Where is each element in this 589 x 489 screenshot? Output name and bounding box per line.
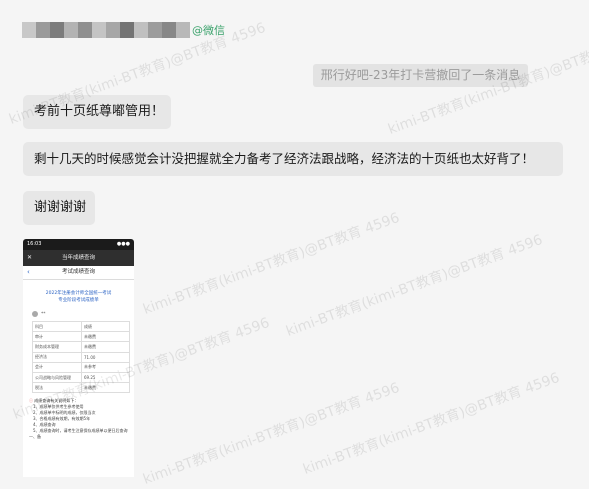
result-cell: 69.25 bbox=[81, 371, 130, 384]
blur-block bbox=[64, 22, 78, 38]
blur-block bbox=[106, 22, 120, 38]
score-sheet-heading-line2: 专业阶段考试成绩单 bbox=[58, 298, 99, 303]
blurred-contact-name bbox=[22, 22, 190, 38]
table-row: 公司战略与风险管理 69.25 bbox=[32, 371, 130, 384]
subject-cell: 财务成本管理 bbox=[32, 341, 82, 353]
score-notes: ⓘ 成绩查询有关说明如下： 1、成绩单仅供考生参考使用 2、成绩单中标明的成绩，仅… bbox=[29, 398, 129, 440]
table-row: 会计 未参考 bbox=[32, 361, 130, 373]
phone-nav-bar: ‹ 考试成绩查询 bbox=[23, 266, 134, 280]
watermark: kimi-BT教育(kimi-BT教育)@BT教育 4596 bbox=[141, 379, 402, 488]
blur-block bbox=[162, 22, 176, 38]
message-bubble[interactable]: 谢谢谢谢 bbox=[23, 191, 95, 225]
chat-header: @微信 bbox=[22, 20, 225, 40]
watermark: kimi-BT教育(kimi-BT教育)@BT教育 4596 bbox=[301, 369, 562, 478]
result-cell: 未缴费 bbox=[81, 341, 130, 353]
info-icon: ⓘ bbox=[29, 398, 33, 404]
table-row: 税法 未缴费 bbox=[32, 382, 130, 394]
phone-status-icons: ●●● bbox=[116, 241, 130, 247]
message-bubble[interactable]: 剩十几天的时候感觉会计没把握就全力备考了经济法跟战略，经济法的十页纸也太好背了！ bbox=[23, 142, 563, 176]
blur-block bbox=[50, 22, 64, 38]
recall-notice: 邢行好吧-23年打卡营撤回了一条消息 bbox=[313, 64, 528, 87]
result-cell: 未缴费 bbox=[81, 331, 130, 343]
blur-block bbox=[176, 22, 190, 38]
candidate-row: ** bbox=[32, 310, 134, 318]
phone-title-bar: ✕ 当年成绩查询 bbox=[23, 250, 134, 266]
blur-block bbox=[148, 22, 162, 38]
result-cell: 未缴费 bbox=[81, 382, 130, 394]
subject-cell: 经济法 bbox=[32, 351, 82, 363]
blur-block bbox=[92, 22, 106, 38]
subject-cell: 会计 bbox=[32, 361, 82, 373]
score-table: 科目 成绩 审计 未缴费 财务成本管理 未缴费 经济法 71.00 会计 未参考 公司战略与风险管理… bbox=[32, 320, 130, 394]
message-bubble[interactable]: 考前十页纸尊嘟管用！ bbox=[23, 95, 171, 129]
table-row: 审计 未缴费 bbox=[32, 331, 130, 343]
close-icon: ✕ bbox=[27, 254, 33, 261]
watermark: kimi-BT教育(kimi-BT教育)@BT教育 4596 bbox=[141, 209, 402, 318]
subject-cell: 税法 bbox=[32, 382, 82, 394]
table-row: 科目 成绩 bbox=[32, 320, 130, 333]
blur-block bbox=[22, 22, 36, 38]
score-sheet-heading-line1: 2022年注册会计师全国统一考试 bbox=[45, 291, 112, 296]
result-cell: 未参考 bbox=[81, 361, 130, 373]
note-item: 5、成绩查询时，请考生注意保存成绩单以便日后查询 bbox=[33, 428, 128, 434]
phone-status-bar: 16:03 ●●● bbox=[23, 239, 134, 250]
phone-nav-title: 考试成绩查询 bbox=[61, 269, 95, 275]
image-message-score-screenshot[interactable]: 16:03 ●●● ✕ 当年成绩查询 ‹ 考试成绩查询 2022年注册会计师全国… bbox=[23, 239, 134, 477]
blur-block bbox=[78, 22, 92, 38]
back-arrow-icon: ‹ bbox=[27, 268, 30, 276]
table-row: 财务成本管理 未缴费 bbox=[32, 341, 130, 353]
subject-cell: 科目 bbox=[32, 320, 82, 333]
result-cell: 成绩 bbox=[81, 320, 130, 333]
result-cell: 71.00 bbox=[81, 351, 130, 363]
candidate-name: ** bbox=[41, 311, 46, 317]
phone-status-time: 16:03 bbox=[27, 241, 42, 247]
blur-block bbox=[36, 22, 50, 38]
score-notes-tail: 一、备 bbox=[29, 434, 41, 440]
phone-top-title: 当年成绩查询 bbox=[61, 255, 95, 261]
table-row: 经济法 71.00 bbox=[32, 351, 130, 363]
wechat-source-tag: @微信 bbox=[192, 24, 225, 37]
avatar bbox=[32, 311, 38, 317]
subject-cell: 审计 bbox=[32, 331, 82, 343]
watermark: kimi-BT教育(kimi-BT教育)@BT教育 4596 bbox=[284, 231, 545, 340]
subject-cell: 公司战略与风险管理 bbox=[32, 371, 82, 384]
blur-block bbox=[134, 22, 148, 38]
blur-block bbox=[120, 22, 134, 38]
score-notes-heading-text: 成绩查询有关说明如下： bbox=[34, 398, 79, 404]
score-sheet-heading: 2022年注册会计师全国统一考试 专业阶段考试成绩单 bbox=[23, 290, 134, 304]
